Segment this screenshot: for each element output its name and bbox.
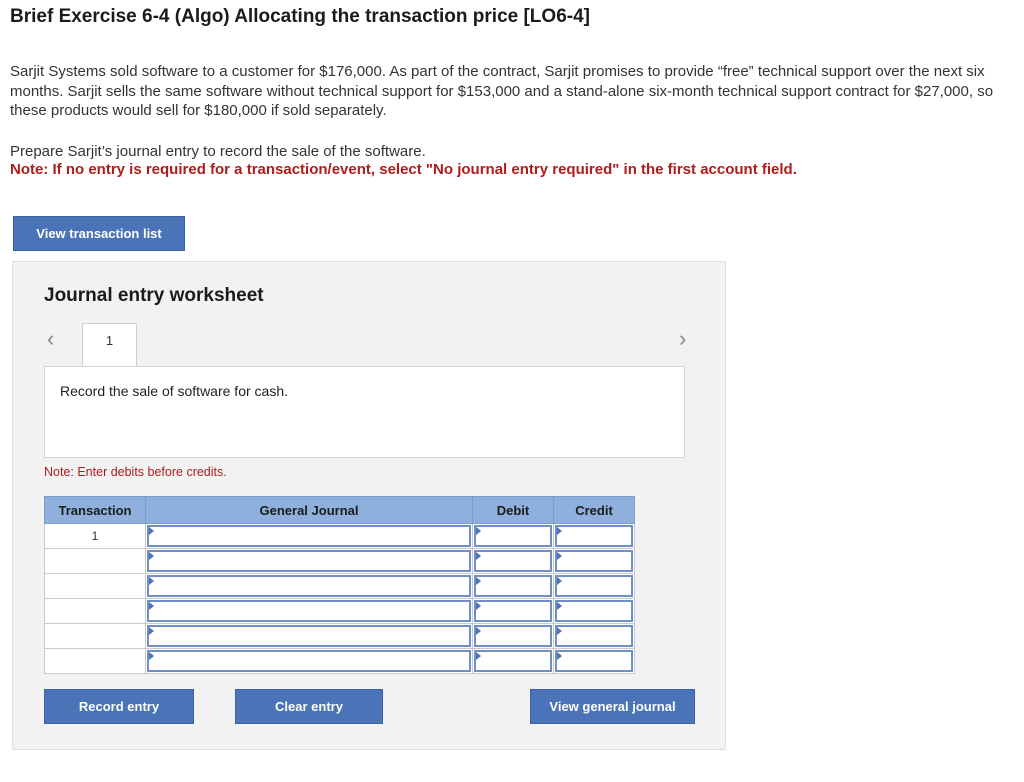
- dropdown-indicator-icon: [476, 627, 481, 635]
- clear-entry-button[interactable]: Clear entry: [235, 689, 383, 724]
- transaction-cell: [44, 598, 146, 624]
- debit-input[interactable]: [474, 650, 552, 672]
- dropdown-indicator-icon: [149, 527, 154, 535]
- dropdown-indicator-icon: [476, 552, 481, 560]
- credit-input[interactable]: [555, 625, 633, 647]
- dropdown-indicator-icon: [476, 652, 481, 660]
- dropdown-indicator-icon: [476, 577, 481, 585]
- account-input[interactable]: [147, 600, 471, 622]
- view-general-journal-button[interactable]: View general journal: [530, 689, 695, 724]
- dropdown-indicator-icon: [149, 602, 154, 610]
- dropdown-indicator-icon: [557, 552, 562, 560]
- dropdown-indicator-icon: [149, 627, 154, 635]
- transaction-cell: [44, 623, 146, 649]
- header-credit: Credit: [553, 496, 635, 524]
- worksheet-title: Journal entry worksheet: [44, 285, 264, 306]
- credit-input[interactable]: [555, 650, 633, 672]
- dropdown-indicator-icon: [149, 552, 154, 560]
- debit-input[interactable]: [474, 625, 552, 647]
- dropdown-indicator-icon: [476, 602, 481, 610]
- table-row: [44, 573, 635, 599]
- dropdown-indicator-icon: [557, 527, 562, 535]
- account-input[interactable]: [147, 625, 471, 647]
- table-row: 1: [44, 523, 635, 549]
- debit-input[interactable]: [474, 575, 552, 597]
- table-row: [44, 623, 635, 649]
- account-input[interactable]: [147, 525, 471, 547]
- dropdown-indicator-icon: [557, 602, 562, 610]
- record-entry-button[interactable]: Record entry: [44, 689, 194, 724]
- header-transaction: Transaction: [44, 496, 146, 524]
- dropdown-indicator-icon: [149, 652, 154, 660]
- journal-table: Transaction General Journal Debit Credit…: [44, 496, 635, 674]
- problem-paragraph: Sarjit Systems sold software to a custom…: [10, 63, 994, 119]
- worksheet-note: Note: Enter debits before credits.: [44, 465, 227, 479]
- credit-input[interactable]: [555, 525, 633, 547]
- chevron-right-icon[interactable]: ›: [679, 328, 686, 350]
- account-input[interactable]: [147, 650, 471, 672]
- dropdown-indicator-icon: [557, 577, 562, 585]
- credit-input[interactable]: [555, 550, 633, 572]
- credit-input[interactable]: [555, 600, 633, 622]
- worksheet-description: Record the sale of software for cash.: [60, 383, 288, 399]
- journal-entry-worksheet-panel: Journal entry worksheet ‹ 1 › Record the…: [12, 261, 726, 750]
- transaction-cell: 1: [44, 523, 146, 549]
- debit-input[interactable]: [474, 600, 552, 622]
- transaction-cell: [44, 573, 146, 599]
- credit-input[interactable]: [555, 575, 633, 597]
- dropdown-indicator-icon: [149, 577, 154, 585]
- transaction-cell: [44, 548, 146, 574]
- account-input[interactable]: [147, 550, 471, 572]
- debit-input[interactable]: [474, 525, 552, 547]
- worksheet-description-box: Record the sale of software for cash.: [44, 366, 685, 458]
- table-row: [44, 548, 635, 574]
- view-transaction-list-button[interactable]: View transaction list: [13, 216, 185, 251]
- debit-input[interactable]: [474, 550, 552, 572]
- table-row: [44, 598, 635, 624]
- problem-note: Note: If no entry is required for a tran…: [10, 161, 797, 178]
- dropdown-indicator-icon: [476, 527, 481, 535]
- dropdown-indicator-icon: [557, 627, 562, 635]
- transaction-cell: [44, 648, 146, 674]
- dropdown-indicator-icon: [557, 652, 562, 660]
- header-debit: Debit: [472, 496, 554, 524]
- page-title: Brief Exercise 6-4 (Algo) Allocating the…: [10, 6, 590, 27]
- table-row: [44, 648, 635, 674]
- problem-instruction: Prepare Sarjit’s journal entry to record…: [10, 143, 426, 160]
- header-general-journal: General Journal: [145, 496, 473, 524]
- worksheet-page-tab-1[interactable]: 1: [82, 323, 137, 367]
- account-input[interactable]: [147, 575, 471, 597]
- chevron-left-icon[interactable]: ‹: [47, 328, 54, 350]
